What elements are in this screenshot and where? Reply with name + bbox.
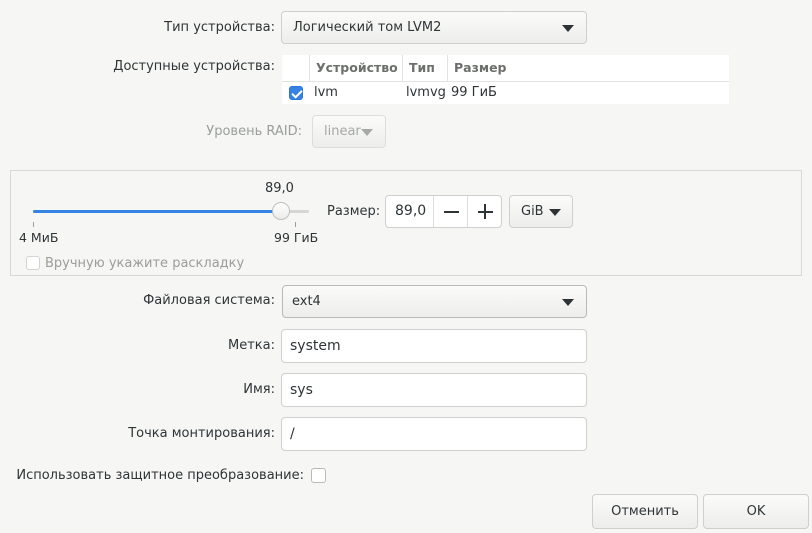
- chevron-down-icon: [562, 298, 574, 306]
- size-label: Размер:: [327, 204, 381, 219]
- slider-min-label: 4 МиБ: [19, 230, 59, 245]
- devices-table-header: Устройство Тип Размер: [282, 55, 729, 82]
- encryption-label: Использовать защитное преобразование:: [16, 468, 304, 483]
- raid-level-label: Уровень RAID:: [206, 124, 302, 139]
- column-header-size[interactable]: Размер: [447, 55, 729, 81]
- slider-handle[interactable]: [272, 202, 290, 220]
- device-type-combo[interactable]: Логический том LVM2: [281, 11, 587, 44]
- name-field-label: Имя:: [243, 382, 275, 397]
- manual-layout-label[interactable]: Вручную укажите раскладку: [45, 256, 244, 271]
- column-header-type[interactable]: Тип: [402, 55, 447, 81]
- slider-value-label: 89,0: [265, 181, 294, 196]
- filesystem-combo[interactable]: ext4: [282, 285, 587, 318]
- cancel-button[interactable]: Отменить: [592, 494, 698, 529]
- label-field-label: Метка:: [228, 338, 275, 353]
- chevron-down-icon: [562, 24, 574, 32]
- device-type-label: Тип устройства:: [164, 20, 275, 35]
- slider-min-tick: [33, 222, 34, 227]
- slider-max-tick: [295, 222, 296, 227]
- column-header-device[interactable]: Устройство: [309, 55, 402, 81]
- device-name-cell: lvm: [314, 85, 338, 100]
- decrease-size-button[interactable]: [433, 196, 469, 227]
- chevron-down-icon: [361, 128, 373, 136]
- available-devices-label: Доступные устройства:: [113, 59, 275, 74]
- encryption-checkbox[interactable]: [311, 468, 326, 483]
- ok-button[interactable]: OK: [703, 494, 809, 529]
- devices-table: Устройство Тип Размер lvm lvmvg 99 ГиБ: [282, 55, 729, 104]
- device-row-checkbox[interactable]: [289, 86, 303, 100]
- filesystem-label: Файловая система:: [143, 293, 275, 308]
- filesystem-value: ext4: [292, 294, 321, 309]
- label-input[interactable]: system: [281, 329, 587, 363]
- size-unit-value: GiB: [521, 204, 544, 219]
- slider-fill: [33, 210, 281, 213]
- chevron-down-icon: [549, 208, 561, 216]
- size-unit-combo[interactable]: GiB: [509, 195, 573, 228]
- raid-level-value: linear: [324, 124, 361, 139]
- device-size-cell: 99 ГиБ: [451, 85, 497, 100]
- name-input[interactable]: sys: [281, 373, 587, 407]
- size-slider[interactable]: [33, 202, 309, 221]
- slider-max-label: 99 ГиБ: [274, 230, 319, 245]
- size-value[interactable]: 89,0: [395, 196, 426, 227]
- device-type-cell: lvmvg: [406, 85, 446, 100]
- mount-point-label: Точка монтирования:: [128, 426, 275, 441]
- size-spinbutton[interactable]: 89,0: [385, 195, 502, 228]
- increase-size-button[interactable]: [467, 196, 503, 227]
- manual-layout-checkbox[interactable]: [26, 256, 40, 270]
- raid-level-combo[interactable]: linear: [312, 115, 386, 148]
- device-type-value: Логический том LVM2: [293, 20, 442, 35]
- mount-point-input[interactable]: /: [281, 417, 587, 451]
